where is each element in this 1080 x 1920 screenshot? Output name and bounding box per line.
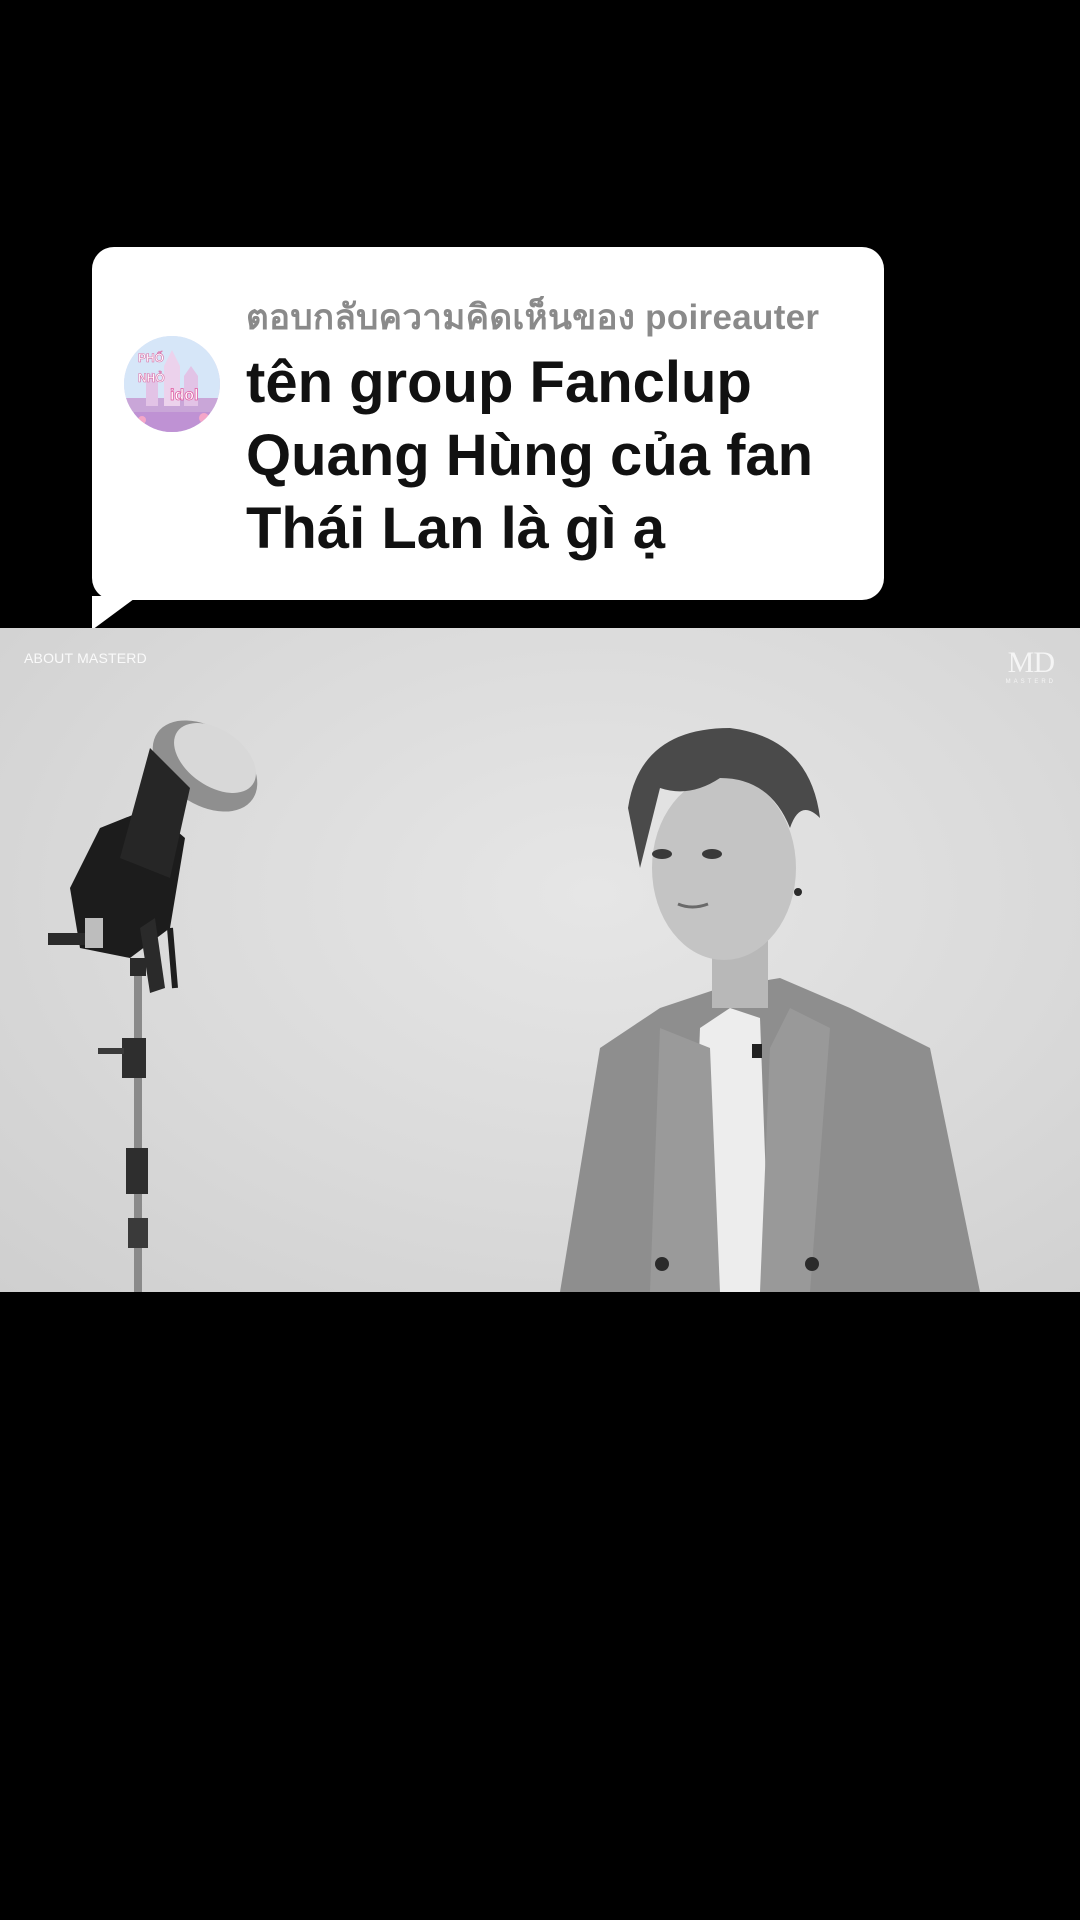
avatar-text-line-1: PHỐ xyxy=(138,350,164,365)
person-figure xyxy=(560,728,980,1292)
avatar-text-line-2: NHỎ xyxy=(138,370,165,385)
castle-avatar-icon: PHỐ NHỎ idol xyxy=(124,336,220,432)
video-page: PHỐ NHỎ idol ตอบกลับความคิดเห็นของ poire… xyxy=(0,0,1080,1920)
brand-logo-text: MD xyxy=(1007,646,1055,679)
reply-to-header: ตอบกลับความคิดเห็นของ poireauter xyxy=(246,298,820,337)
reply-comment-text: tên group Fanclup Quang Hùng của fan Thá… xyxy=(246,350,814,561)
studio-light-icon xyxy=(48,720,258,1292)
video-scene-image xyxy=(48,720,980,1292)
video-frame[interactable]: ABOUT MASTERD MD MASTERD xyxy=(0,628,1080,1292)
channel-watermark: ABOUT MASTERD xyxy=(24,650,147,666)
brand-logo-subtext: MASTERD xyxy=(1005,679,1056,685)
bubble-tail xyxy=(92,596,138,630)
commenter-avatar[interactable]: PHỐ NHỎ idol xyxy=(124,336,220,432)
avatar-text-line-3: idol xyxy=(170,387,198,404)
brand-logo: MD MASTERD xyxy=(1006,648,1056,686)
